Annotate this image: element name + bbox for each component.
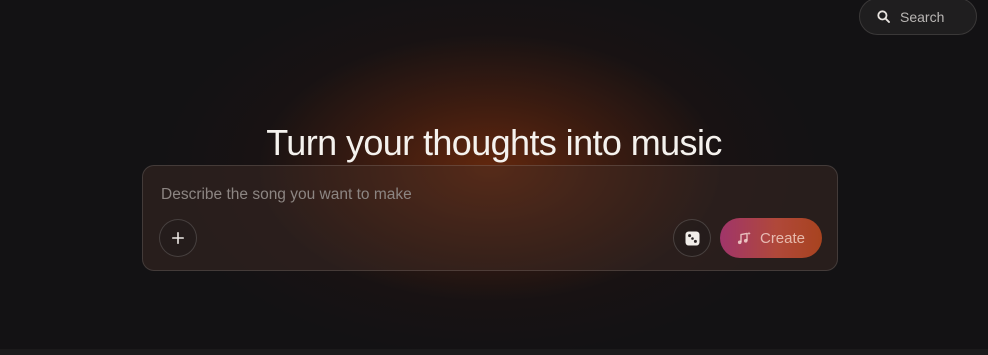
song-prompt-composer: Create <box>142 165 838 271</box>
search-button[interactable]: Search <box>859 0 977 35</box>
create-label: Create <box>759 229 806 247</box>
app-canvas: Search Turn your thoughts into music Des… <box>0 0 988 355</box>
bottom-divider <box>0 349 988 355</box>
search-icon <box>877 10 890 23</box>
search-label: Search <box>900 8 945 25</box>
dice-icon <box>685 231 699 245</box>
create-button[interactable]: Create <box>720 218 822 258</box>
add-button[interactable] <box>159 219 197 257</box>
plus-icon <box>172 232 184 244</box>
song-description-input[interactable] <box>159 180 823 210</box>
page-title: Turn your thoughts into music <box>266 122 722 164</box>
random-prompt-button[interactable] <box>673 219 711 257</box>
music-note-sparkle-icon <box>737 231 751 245</box>
